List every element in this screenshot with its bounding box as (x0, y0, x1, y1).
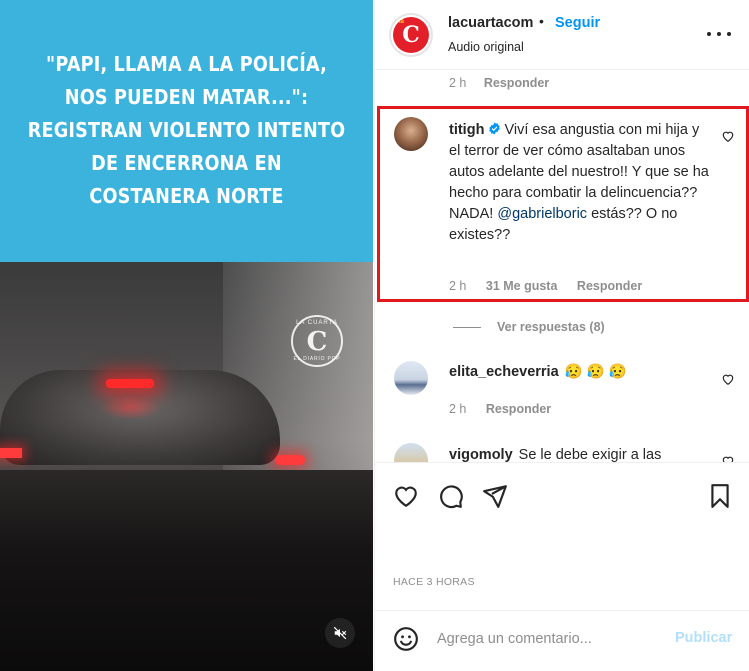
comment-text: 😥 😥 😥 (564, 364, 627, 380)
headline: "PAPI, LLAMA A LA POLICÍA, NOS PUEDEN MA… (26, 48, 347, 213)
comment-body: vigomoly Se le debe exigir a las (449, 447, 661, 462)
tail-light-left (0, 448, 22, 458)
follow-button[interactable]: Seguir (555, 15, 600, 31)
comment-time: 2 h (449, 402, 467, 416)
brand-watermark: LA CUARTA C EL DIARIO POP (291, 315, 343, 367)
reply-button[interactable]: Responder (486, 402, 551, 416)
comment-time: 2 h (449, 279, 467, 293)
watermark-top-text: LA CUARTA (296, 320, 338, 326)
heart-icon[interactable] (393, 483, 419, 509)
commenter-avatar[interactable] (394, 117, 428, 151)
mention-link[interactable]: @gabrielboric (497, 206, 587, 222)
comment-username[interactable]: vigomoly (449, 447, 513, 462)
comment-meta: 2 h Responder (449, 402, 551, 416)
replies-line (453, 326, 481, 328)
emoji-icon[interactable] (393, 626, 419, 652)
post-panel: la C lacuartacom • Seguir Audio original… (374, 0, 749, 671)
watermark-bottom-text: EL DIARIO POP (293, 356, 341, 362)
comment-username[interactable]: titigh (449, 122, 484, 138)
comment-input[interactable] (437, 627, 667, 651)
bookmark-icon[interactable] (707, 483, 733, 509)
like-comment-heart-icon[interactable] (721, 454, 735, 462)
reply-button[interactable]: Responder (484, 76, 549, 90)
wave-edge (0, 222, 373, 247)
verified-badge-icon (489, 122, 501, 135)
reply-button[interactable]: Responder (577, 279, 642, 293)
more-options-icon[interactable] (707, 24, 731, 44)
comment-time: 2 h (449, 76, 467, 90)
comment-text: Se le debe exigir a las (518, 447, 662, 462)
headline-line: COSTANERA NORTE (89, 184, 284, 208)
like-comment-heart-icon[interactable] (721, 129, 735, 143)
speaker-muted-icon (333, 626, 347, 640)
comment-meta: 2 h Responder (449, 76, 549, 90)
account-avatar[interactable]: la C (389, 13, 433, 57)
comments-list[interactable]: 2 h Responder titigh Viví esa angustia co… (375, 70, 749, 462)
publish-button[interactable]: Publicar (675, 630, 732, 646)
dashboard (0, 470, 373, 671)
tail-light-right (275, 455, 305, 465)
comment-username[interactable]: elita_echeverria (449, 364, 559, 380)
post-header: la C lacuartacom • Seguir Audio original (375, 0, 749, 70)
watermark-logo-letter: C (306, 327, 328, 357)
brake-light (106, 379, 154, 388)
headline-line: "PAPI, LLAMA A LA POLICÍA, (45, 52, 328, 76)
tail-glow (100, 395, 160, 420)
account-username[interactable]: lacuartacom (448, 15, 533, 31)
likes-count[interactable]: 31 Me gusta (486, 279, 558, 293)
comment-meta: 2 h 31 Me gusta Responder (449, 279, 642, 293)
commenter-avatar[interactable] (394, 361, 428, 395)
audio-label[interactable]: Audio original (448, 40, 524, 54)
comment-icon[interactable] (438, 483, 464, 509)
comment-body: titigh Viví esa angustia con mi hija y el… (449, 120, 711, 246)
view-replies-label: Ver respuestas (8) (497, 320, 605, 334)
separator-dot: • (539, 13, 544, 29)
post-time[interactable]: HACE 3 HORAS (393, 576, 475, 588)
like-comment-heart-icon[interactable] (721, 372, 735, 386)
add-comment-bar: Publicar (375, 610, 749, 671)
post-media[interactable]: "PAPI, LLAMA A LA POLICÍA, NOS PUEDEN MA… (0, 0, 373, 671)
commenter-avatar[interactable] (394, 443, 428, 462)
headline-line: REGISTRAN VIOLENTO INTENTO (27, 118, 346, 142)
mute-button[interactable] (325, 618, 355, 648)
share-icon[interactable] (482, 483, 508, 509)
avatar-letter: C (402, 22, 420, 48)
action-bar: HACE 3 HORAS (375, 462, 749, 588)
headline-line: DE ENCERRONA EN (91, 151, 282, 175)
view-replies-button[interactable]: Ver respuestas (8) (453, 320, 605, 334)
account-logo: la C (393, 17, 429, 53)
comment-body: elita_echeverria 😥 😥 😥 (449, 363, 627, 380)
headline-line: NOS PUEDEN MATAR...": (64, 85, 309, 109)
